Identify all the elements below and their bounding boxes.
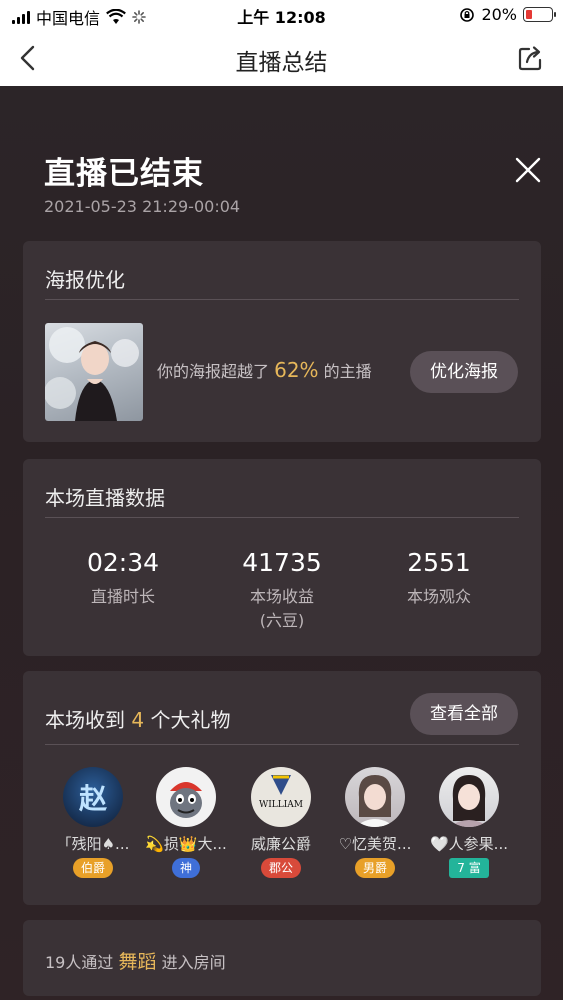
stat-label: 本场观众 bbox=[406, 587, 471, 606]
gifts-card: 本场收到 4 个大礼物 查看全部 赵 「残阳♠... 伯爵 💫损👑大... 神 … bbox=[23, 671, 541, 905]
avatar-text: 赵 bbox=[78, 782, 107, 815]
summary-title: 直播已结束 bbox=[44, 156, 204, 192]
stats-card-title: 本场直播数据 bbox=[45, 486, 165, 510]
poster-percent: 62% bbox=[274, 358, 319, 382]
battery-percent: 20% bbox=[481, 5, 517, 24]
stats-card: 本场直播数据 02:34 直播时长 41735 本场收益 (六豆) 2551 本… bbox=[23, 459, 541, 656]
optimize-poster-button[interactable]: 优化海报 bbox=[410, 351, 518, 393]
stat-label: 直播时长 bbox=[90, 587, 155, 606]
gift-user-name: 「残阳♠... bbox=[56, 835, 130, 853]
avatar bbox=[156, 767, 216, 827]
gift-user-name: 🤍人参果... bbox=[430, 835, 508, 853]
entry-source-text: 19人通过 舞蹈 进入房间 bbox=[45, 947, 226, 974]
rank-badge: 郡公 bbox=[260, 858, 301, 878]
rank-badge: 7 富 bbox=[449, 858, 489, 878]
gift-user[interactable]: WILLIAM 威廉公爵 郡公 bbox=[233, 767, 329, 878]
stat-audience: 2551 本场观众 bbox=[364, 548, 514, 609]
summary-datetime: 2021-05-23 21:29-00:04 bbox=[44, 197, 241, 216]
view-all-button[interactable]: 查看全部 bbox=[410, 693, 518, 735]
gift-count: 4 bbox=[131, 708, 145, 732]
avatar-text: WILLIAM bbox=[258, 800, 304, 810]
poster-card: 海报优化 你的海报超越了 62% 的主播 优化海报 bbox=[23, 241, 541, 442]
poster-text-before: 你的海报超越了 bbox=[157, 362, 270, 381]
orientation-lock-icon bbox=[460, 7, 475, 22]
avatar bbox=[439, 767, 499, 827]
close-icon[interactable] bbox=[514, 156, 542, 184]
stat-label-text: 本场收益 bbox=[249, 587, 314, 606]
rank-badge: 伯爵 bbox=[72, 858, 113, 878]
rank-badge: 神 bbox=[171, 858, 200, 878]
stat-value: 02:34 bbox=[86, 548, 160, 577]
gift-user[interactable]: 🤍人参果... 7 富 bbox=[421, 767, 517, 878]
avatar bbox=[345, 767, 405, 827]
divider bbox=[45, 517, 519, 518]
avatar: 赵 bbox=[63, 767, 123, 827]
gifts-title-before: 本场收到 bbox=[45, 708, 125, 732]
share-icon[interactable] bbox=[517, 44, 545, 72]
stat-value: 2551 bbox=[407, 548, 471, 577]
entry-count: 19人通过 bbox=[45, 953, 114, 972]
summary-panel: 直播已结束 2021-05-23 21:29-00:04 海报优化 你的海报超越… bbox=[0, 86, 563, 1000]
rank-badge: 男爵 bbox=[354, 858, 395, 878]
poster-image bbox=[45, 323, 143, 421]
gift-user-name: 💫损👑大... bbox=[145, 835, 227, 853]
gift-user[interactable]: 💫损👑大... 神 bbox=[138, 767, 234, 878]
stat-label: 本场收益 (六豆) bbox=[207, 585, 357, 633]
gifts-card-title: 本场收到 4 个大礼物 bbox=[45, 704, 230, 733]
stat-value: 41735 bbox=[242, 548, 322, 577]
stat-unit: (六豆) bbox=[259, 611, 305, 630]
gift-user[interactable]: ♡忆美贺... 男爵 bbox=[327, 767, 423, 878]
poster-rank-text: 你的海报超越了 62% 的主播 bbox=[157, 358, 372, 382]
poster-text-after: 的主播 bbox=[323, 362, 372, 381]
avatar: WILLIAM bbox=[251, 767, 311, 827]
stat-duration: 02:34 直播时长 bbox=[48, 548, 198, 609]
entry-source-card: 19人通过 舞蹈 进入房间 bbox=[23, 920, 541, 996]
gift-user-name: 威廉公爵 bbox=[250, 835, 311, 853]
gifts-title-after: 个大礼物 bbox=[150, 708, 231, 732]
entry-after: 进入房间 bbox=[161, 953, 226, 972]
gift-user[interactable]: 赵 「残阳♠... 伯爵 bbox=[45, 767, 141, 878]
divider bbox=[45, 299, 519, 300]
battery-icon bbox=[523, 7, 556, 22]
status-bar: 中国电信 上午 12:08 20% bbox=[0, 0, 563, 30]
stat-income: 41735 本场收益 (六豆) bbox=[207, 548, 357, 633]
page-title: 直播总结 bbox=[235, 50, 328, 76]
entry-source-category: 舞蹈 bbox=[118, 951, 157, 973]
nav-bar: 直播总结 bbox=[0, 30, 563, 86]
gift-user-name: ♡忆美贺... bbox=[338, 835, 412, 853]
divider bbox=[45, 744, 519, 745]
poster-card-title: 海报优化 bbox=[45, 268, 125, 292]
